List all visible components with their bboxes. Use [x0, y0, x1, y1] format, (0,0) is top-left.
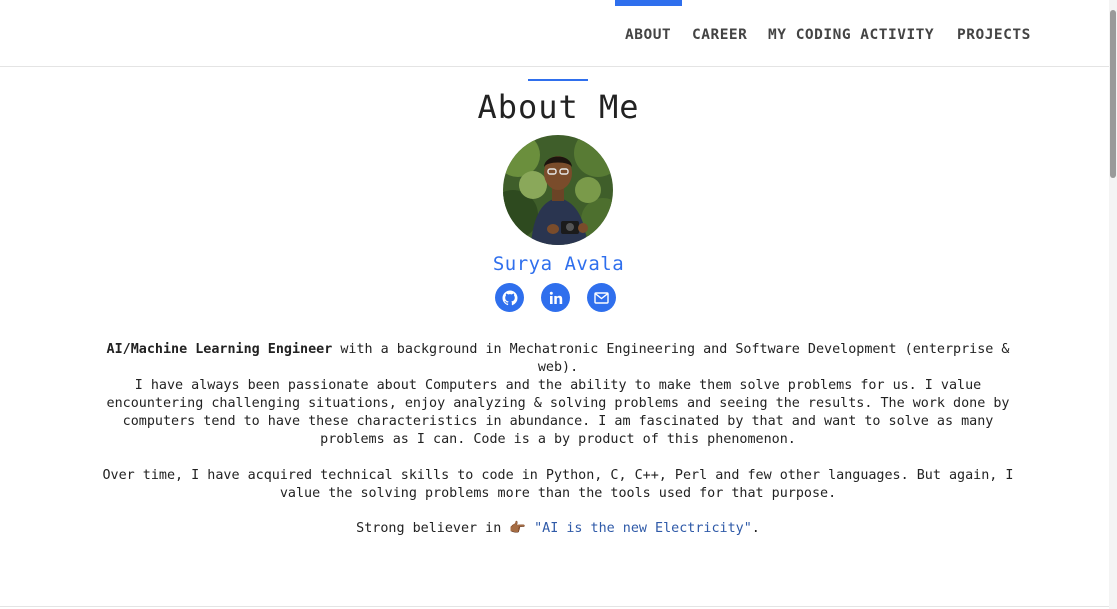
section-divider [0, 606, 1109, 607]
title-underline-accent [528, 79, 588, 81]
believer-prefix: Strong believer in [356, 521, 510, 536]
active-nav-indicator [615, 0, 682, 6]
role-title: AI/Machine Learning Engineer [106, 342, 333, 357]
person-name: Surya Avala [492, 253, 625, 275]
top-navbar: ABOUT CAREER MY CODING ACTIVITY PROJECTS [0, 0, 1109, 67]
page-title: About Me [477, 88, 640, 126]
page: ABOUT CAREER MY CODING ACTIVITY PROJECTS… [0, 0, 1117, 609]
passion-paragraph: I have always been passionate about Comp… [106, 378, 1010, 447]
intro-text: with a background in Mechatronic Enginee… [332, 342, 1010, 375]
quote-link[interactable]: "AI is the new Electricity" [534, 521, 752, 536]
pointing-hand-icon: 👉🏾 [509, 521, 527, 536]
nav-item-coding-activity[interactable]: MY CODING ACTIVITY [768, 27, 934, 43]
believer-suffix: . [751, 521, 760, 536]
skills-paragraph: Over time, I have acquired technical ski… [102, 468, 1014, 501]
nav-item-about[interactable]: ABOUT [625, 27, 671, 43]
intro-paragraph: AI/Machine Learning Engineer with a back… [88, 341, 1028, 377]
believer-line: Strong believer in 👉🏾 "AI is the new Ele… [88, 520, 1028, 538]
avatar [503, 135, 613, 245]
github-icon [502, 290, 518, 305]
nav-item-projects[interactable]: PROJECTS [957, 27, 1031, 43]
mail-icon [594, 291, 609, 304]
github-link[interactable] [495, 283, 524, 312]
linkedin-link[interactable] [541, 283, 570, 312]
linkedin-icon [549, 291, 562, 304]
email-link[interactable] [587, 283, 616, 312]
nav-item-career[interactable]: CAREER [692, 27, 747, 43]
